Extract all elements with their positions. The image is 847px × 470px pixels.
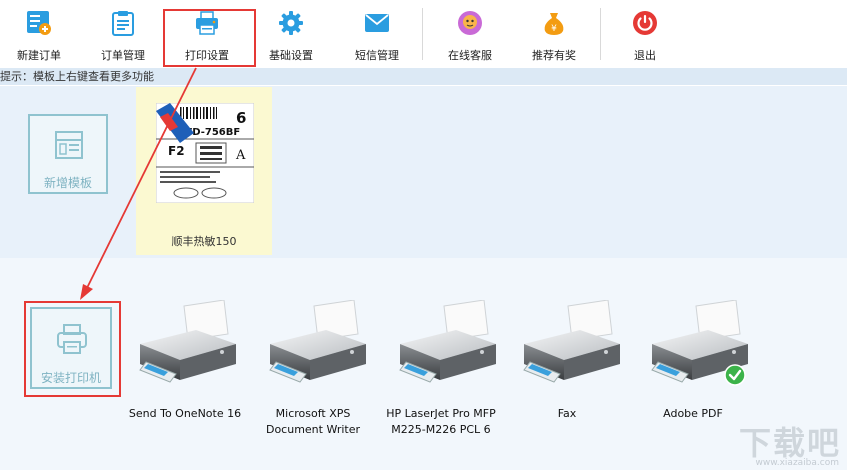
watermark-url: www.xiazaiba.com <box>755 458 839 468</box>
annotation-arrow <box>80 67 197 300</box>
